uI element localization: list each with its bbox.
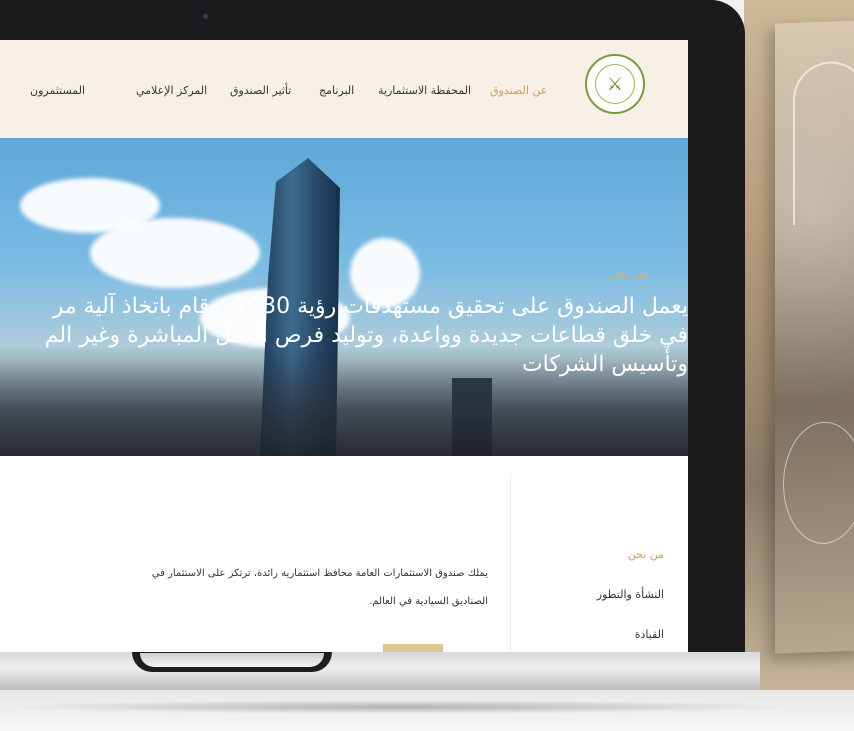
nav-item-impact[interactable]: تأثير الصندوق	[230, 84, 291, 97]
sidebar-divider	[510, 474, 511, 652]
logo[interactable]: ⚔	[585, 54, 645, 114]
laptop-opening-lip	[140, 653, 324, 667]
hero-banner: من نحن يعمل الصندوق على تحقيق مستهدفات ر…	[0, 138, 688, 456]
hero-line: وتأسيس الشركات	[521, 352, 688, 377]
poster-arch	[793, 60, 854, 225]
sidebar-heading[interactable]: من نحن	[628, 548, 664, 561]
website-screen: ⚔ عن الصندوق المحفظة الاستثمارية البرنام…	[0, 40, 688, 652]
section-heading-cropped	[383, 644, 443, 652]
sidebar-item-history[interactable]: النشأة والتطور	[597, 588, 664, 601]
laptop-frame: ⚔ عن الصندوق المحفظة الاستثمارية البرنام…	[0, 0, 745, 690]
laptop-shadow	[0, 700, 800, 714]
nav-item-portfolio[interactable]: المحفظة الاستثمارية	[378, 84, 471, 97]
hero-line: في خلق قطاعات جديدة وواعدة، وتوليد فرص ا…	[44, 323, 688, 348]
background-poster	[775, 20, 854, 654]
top-navigation: ⚔ عن الصندوق المحفظة الاستثمارية البرنام…	[0, 40, 688, 138]
body-text-line: الصناديق السيادية في العالم.	[369, 596, 488, 607]
nav-item-investors[interactable]: المستثمرون	[30, 84, 85, 97]
webcam-icon	[203, 14, 208, 19]
poster-ring	[783, 420, 854, 546]
nav-item-about[interactable]: عن الصندوق	[490, 84, 547, 97]
sidebar-item-leadership[interactable]: القيادة	[635, 628, 664, 641]
nav-item-programs[interactable]: البرنامج	[319, 84, 354, 97]
hero-heading: يعمل الصندوق على تحقيق مستهدفات رؤية 203…	[0, 292, 688, 379]
cloud	[90, 218, 260, 288]
hero-line: يعمل الصندوق على تحقيق مستهدفات رؤية 203…	[52, 294, 688, 319]
body-text-line: يملك صندوق الاستثمارات العامة محافظ استث…	[151, 568, 488, 579]
pif-emblem-icon: ⚔	[595, 64, 635, 104]
laptop-base	[0, 652, 760, 690]
content-area: من نحن النشأة والتطور القيادة يملك صندوق…	[0, 456, 688, 652]
nav-item-media-center[interactable]: المركز الإعلامي	[136, 84, 207, 97]
hero-kicker: من نحن	[608, 266, 648, 280]
